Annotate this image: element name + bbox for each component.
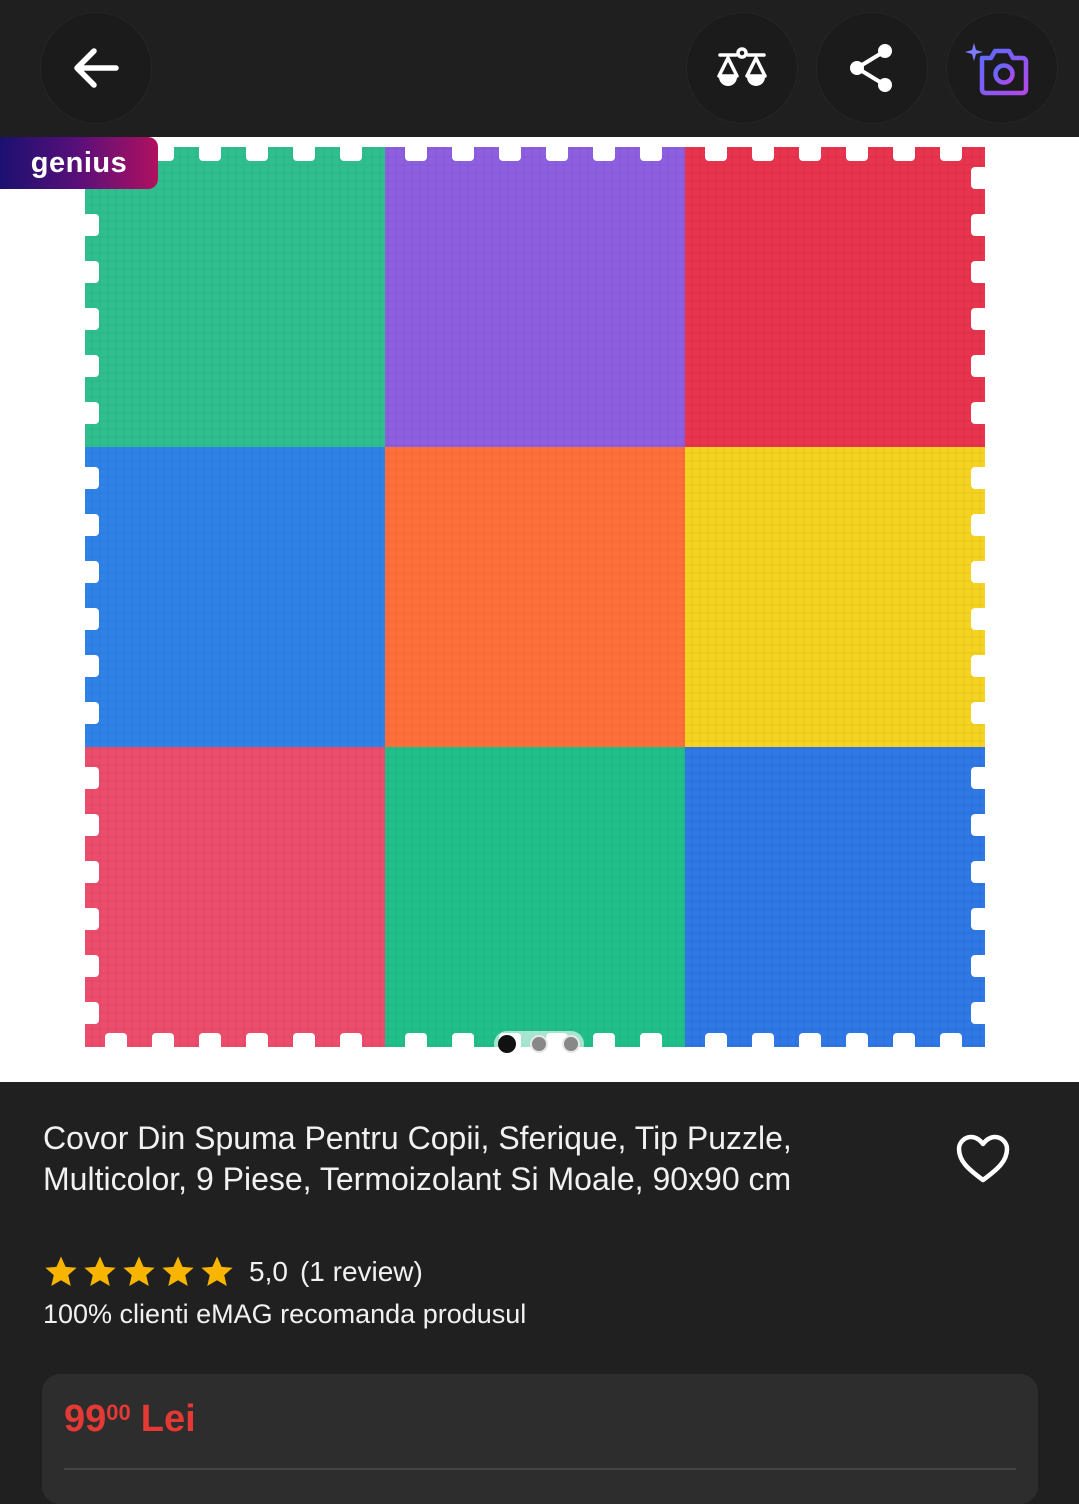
balance-scale-icon xyxy=(717,47,767,86)
top-bar xyxy=(0,0,1079,137)
pagination-dot-1[interactable] xyxy=(498,1035,516,1053)
camera-search-button[interactable] xyxy=(946,12,1058,124)
product-image-gallery[interactable] xyxy=(0,137,1079,1082)
gallery-pagination[interactable] xyxy=(494,1031,584,1057)
rating-score: 5,0 xyxy=(249,1256,288,1287)
rating-stars xyxy=(43,1255,235,1289)
pagination-dot-3[interactable] xyxy=(562,1035,580,1053)
divider xyxy=(64,1468,1016,1470)
star-icon xyxy=(45,1256,77,1287)
compare-button[interactable] xyxy=(686,12,798,124)
price: 99 00 Lei xyxy=(64,1398,196,1441)
price-integer: 99 xyxy=(64,1398,107,1440)
favorite-button[interactable] xyxy=(954,1130,1012,1188)
rating-row[interactable]: 5,0 (1 review) xyxy=(43,1254,423,1290)
star-icon xyxy=(123,1256,155,1287)
share-icon xyxy=(850,44,892,92)
share-button[interactable] xyxy=(816,12,928,124)
star-icon xyxy=(201,1256,233,1287)
recommend-text: 100% clienti eMAG recomanda produsul xyxy=(43,1299,527,1329)
price-decimals: 00 xyxy=(106,1400,131,1425)
review-count[interactable]: (1 review) xyxy=(300,1256,423,1288)
price-currency: Lei xyxy=(140,1398,196,1440)
product-title: Covor Din Spuma Pentru Copii, Sferique, … xyxy=(43,1120,792,1197)
back-button[interactable] xyxy=(40,12,152,124)
arrow-left-icon xyxy=(74,48,119,88)
pagination-dot-2[interactable] xyxy=(530,1035,548,1053)
star-icon xyxy=(162,1256,194,1287)
star-icon xyxy=(84,1256,116,1287)
genius-badge: genius xyxy=(0,137,158,189)
camera-search-icon xyxy=(965,43,1029,96)
heart-outline-icon xyxy=(956,1134,1010,1183)
price-card: 99 00 Lei xyxy=(42,1374,1038,1504)
product-image xyxy=(81,143,989,1051)
